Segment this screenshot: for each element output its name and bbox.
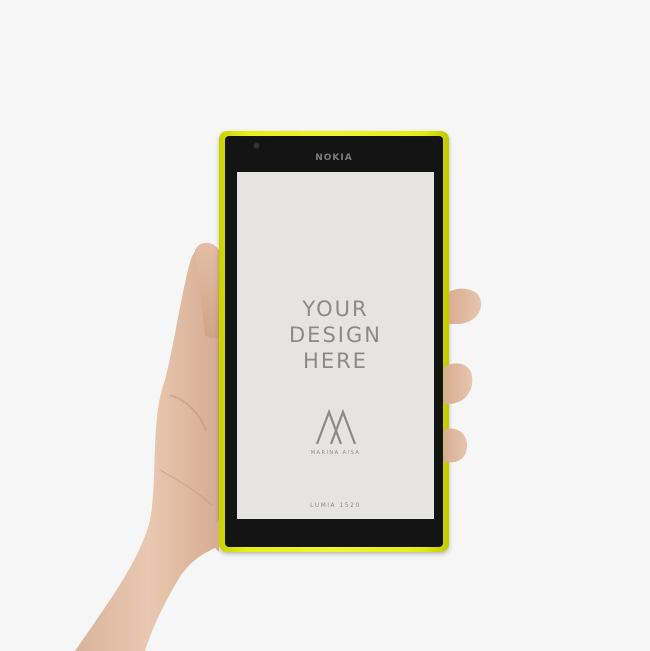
screen-headline: YOUR DESIGN HERE — [237, 296, 434, 374]
model-label: LUMIA 1520 — [310, 502, 361, 509]
headline-line-2: DESIGN — [289, 323, 382, 347]
ma-logo-icon — [315, 408, 357, 445]
front-camera-icon — [253, 142, 260, 149]
phone-screen: YOUR DESIGN HERE MARINA AISA LUMIA 1520 — [237, 172, 434, 519]
phone-device: NOKIA YOUR DESIGN HERE MARINA AISA LUMIA… — [219, 131, 449, 552]
headline-line-1: YOUR — [302, 297, 369, 321]
mockup-scene: NOKIA YOUR DESIGN HERE MARINA AISA LUMIA… — [0, 0, 650, 651]
logo-caption: MARINA AISA — [310, 450, 361, 456]
headline-line-3: HERE — [303, 349, 368, 373]
phone-bezel: NOKIA YOUR DESIGN HERE MARINA AISA LUMIA… — [225, 136, 443, 547]
forearm-shape — [75, 244, 222, 651]
brand-label: NOKIA — [315, 153, 353, 163]
